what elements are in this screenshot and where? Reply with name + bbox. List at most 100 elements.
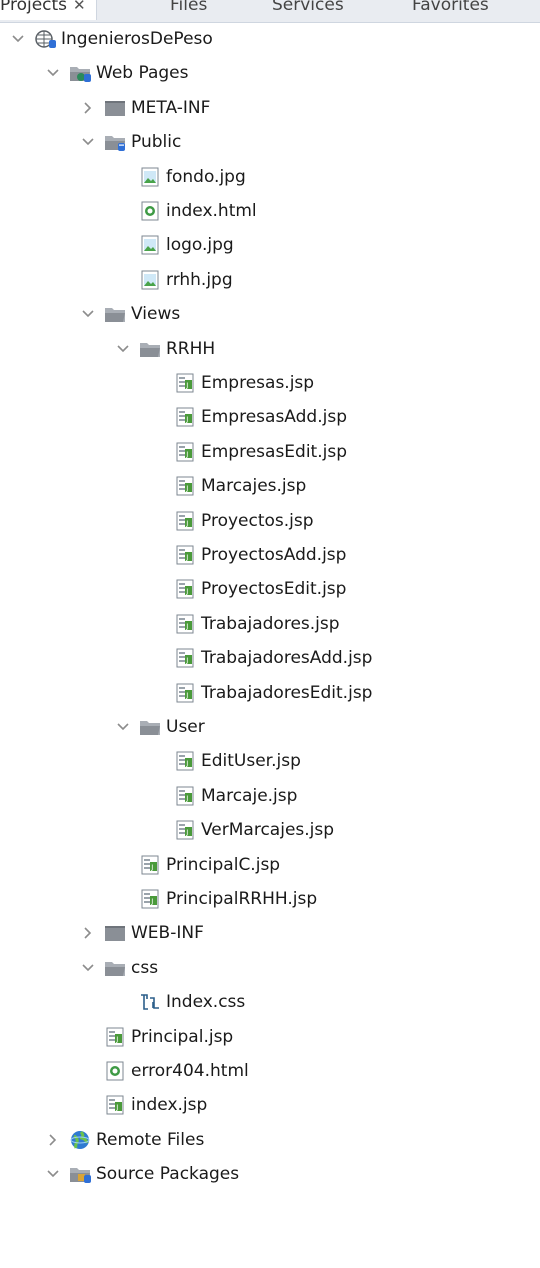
tree-item[interactable]: J EditUser.jsp bbox=[0, 744, 540, 778]
svg-text:J: J bbox=[185, 382, 188, 390]
tree-item[interactable]: Index.css bbox=[0, 985, 540, 1019]
chevron-down-icon[interactable] bbox=[43, 56, 63, 90]
tree-item-label: TrabajadoresAdd.jsp bbox=[201, 648, 373, 668]
folder-open-icon bbox=[139, 717, 161, 737]
image-file-icon bbox=[139, 235, 161, 255]
tree-item[interactable]: J Marcajes.jsp bbox=[0, 469, 540, 503]
tab-favorites[interactable]: Favorites bbox=[412, 0, 489, 20]
tree-item[interactable]: J PrincipalC.jsp bbox=[0, 848, 540, 882]
tab-files[interactable]: Files bbox=[170, 0, 207, 20]
svg-text:J: J bbox=[185, 760, 188, 768]
tree-item[interactable]: J ProyectosEdit.jsp bbox=[0, 572, 540, 606]
jsp-file-icon: J bbox=[104, 1027, 126, 1047]
jsp-file-icon: J bbox=[174, 579, 196, 599]
chevron-down-icon[interactable] bbox=[113, 332, 133, 366]
tree-item-label: TrabajadoresEdit.jsp bbox=[201, 683, 373, 703]
jsp-file-icon: J bbox=[174, 820, 196, 840]
tree-item-label: Proyectos.jsp bbox=[201, 511, 314, 531]
tree-item[interactable]: User bbox=[0, 710, 540, 744]
tree-item[interactable]: J Trabajadores.jsp bbox=[0, 607, 540, 641]
folder-open-icon bbox=[104, 958, 126, 978]
tab-services[interactable]: Services bbox=[272, 0, 344, 20]
svg-text:J: J bbox=[185, 692, 188, 700]
tree-item-label: Public bbox=[131, 132, 182, 152]
tree-item-label: css bbox=[131, 958, 159, 978]
jsp-file-icon: J bbox=[139, 889, 161, 909]
tree-item[interactable]: Web Pages bbox=[0, 56, 540, 90]
chevron-down-icon[interactable] bbox=[43, 1157, 63, 1191]
tree-item-label: WEB-INF bbox=[131, 923, 204, 943]
tree-item[interactable]: J VerMarcajes.jsp bbox=[0, 813, 540, 847]
tree-item[interactable]: logo.jpg bbox=[0, 228, 540, 262]
jsp-file-icon: J bbox=[174, 407, 196, 427]
tree-item[interactable]: rrhh.jpg bbox=[0, 263, 540, 297]
tree-item[interactable]: error404.html bbox=[0, 1054, 540, 1088]
tree-item[interactable]: index.html bbox=[0, 194, 540, 228]
chevron-down-icon[interactable] bbox=[78, 951, 98, 985]
tree-item[interactable]: Views bbox=[0, 297, 540, 331]
tab-projects[interactable]: Projects ✕ bbox=[0, 0, 97, 20]
chevron-down-icon[interactable] bbox=[8, 22, 28, 56]
tree-item[interactable]: IngenierosDePeso bbox=[0, 22, 540, 56]
chevron-down-icon[interactable] bbox=[113, 710, 133, 744]
tree-item-label: index.jsp bbox=[131, 1095, 208, 1115]
tree-item[interactable]: J ProyectosAdd.jsp bbox=[0, 538, 540, 572]
tree-item[interactable]: J PrincipalRRHH.jsp bbox=[0, 882, 540, 916]
tree-item[interactable]: J EmpresasEdit.jsp bbox=[0, 435, 540, 469]
tree-item-label: EditUser.jsp bbox=[201, 751, 301, 771]
html-file-icon bbox=[139, 201, 161, 221]
tree-item-label: Remote Files bbox=[96, 1130, 205, 1150]
chevron-down-icon[interactable] bbox=[78, 125, 98, 159]
tree-item[interactable]: J Empresas.jsp bbox=[0, 366, 540, 400]
tree-item[interactable]: WEB-INF bbox=[0, 916, 540, 950]
tree-item-label: Marcajes.jsp bbox=[201, 476, 307, 496]
tab-bar: Projects ✕ Files Services Favorites bbox=[0, 0, 540, 23]
folder-open-icon bbox=[139, 339, 161, 359]
html-file-icon bbox=[104, 1061, 126, 1081]
svg-text:J: J bbox=[185, 520, 188, 528]
tree-item-label: index.html bbox=[166, 201, 257, 221]
tree-item-label: EmpresasAdd.jsp bbox=[201, 407, 347, 427]
tree-item-label: fondo.jpg bbox=[166, 167, 246, 187]
tree-item[interactable]: Jindex.jsp bbox=[0, 1088, 540, 1122]
tree-item[interactable]: J EmpresasAdd.jsp bbox=[0, 400, 540, 434]
tree-item[interactable]: css bbox=[0, 951, 540, 985]
jsp-file-icon: J bbox=[174, 476, 196, 496]
tab-close-icon[interactable]: ✕ bbox=[73, 0, 86, 14]
tree-item-label: Source Packages bbox=[96, 1164, 240, 1184]
css-file-icon bbox=[139, 992, 161, 1012]
jsp-file-icon: J bbox=[174, 614, 196, 634]
tree-item[interactable]: RRHH bbox=[0, 332, 540, 366]
tree-item[interactable]: J Proyectos.jsp bbox=[0, 504, 540, 538]
tree-item-label: logo.jpg bbox=[166, 235, 234, 255]
chevron-right-icon[interactable] bbox=[78, 91, 98, 125]
chevron-down-icon[interactable] bbox=[78, 297, 98, 331]
tab-favorites-label: Favorites bbox=[412, 0, 489, 15]
jsp-file-icon: J bbox=[174, 545, 196, 565]
tree-item[interactable]: Source Packages bbox=[0, 1157, 540, 1191]
jsp-file-icon: J bbox=[174, 511, 196, 531]
image-file-icon bbox=[139, 270, 161, 290]
tree-item-label: User bbox=[166, 717, 205, 737]
tree-item[interactable]: J Principal.jsp bbox=[0, 1020, 540, 1054]
svg-text:J: J bbox=[185, 829, 188, 837]
tree-item[interactable]: fondo.jpg bbox=[0, 160, 540, 194]
tree-item[interactable]: J TrabajadoresAdd.jsp bbox=[0, 641, 540, 675]
tree-item[interactable]: Public bbox=[0, 125, 540, 159]
chevron-right-icon[interactable] bbox=[78, 916, 98, 950]
globe-icon bbox=[69, 1130, 91, 1150]
tree-item-label: Trabajadores.jsp bbox=[201, 614, 340, 634]
jsp-file-icon: J bbox=[139, 855, 161, 875]
tree-item[interactable]: J Marcaje.jsp bbox=[0, 779, 540, 813]
tree-item[interactable]: META-INF bbox=[0, 91, 540, 125]
tree-item-label: IngenierosDePeso bbox=[61, 29, 213, 49]
jsp-file-icon: J bbox=[174, 442, 196, 462]
tree-item-label: error404.html bbox=[131, 1061, 249, 1081]
tab-projects-label: Projects bbox=[0, 0, 68, 15]
svg-text:J: J bbox=[185, 416, 188, 424]
tree-item[interactable]: J TrabajadoresEdit.jsp bbox=[0, 676, 540, 710]
tree-item[interactable]: Remote Files bbox=[0, 1123, 540, 1157]
chevron-right-icon[interactable] bbox=[43, 1123, 63, 1157]
folder-open-db-icon bbox=[104, 132, 126, 152]
tree-item-label: PrincipalC.jsp bbox=[166, 855, 281, 875]
